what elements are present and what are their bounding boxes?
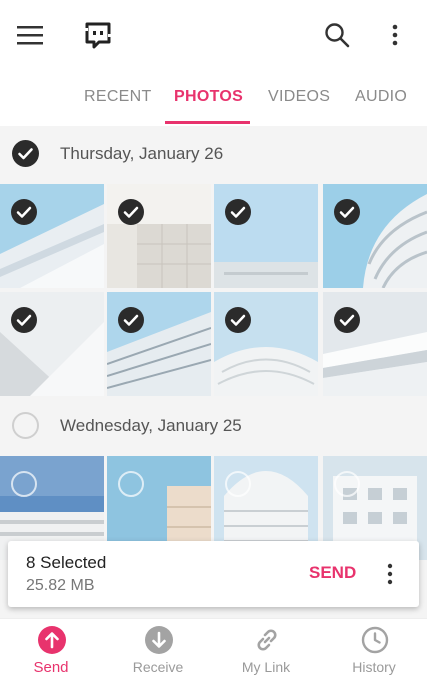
- photo-thumbnail[interactable]: [0, 184, 104, 288]
- photo-thumbnail[interactable]: [214, 292, 318, 396]
- date-group-label: Thursday, January 26: [60, 144, 224, 163]
- photo-select-checkbox[interactable]: [334, 471, 360, 497]
- nav-send-label: Send: [33, 659, 69, 676]
- photo-thumbnail[interactable]: [107, 184, 211, 288]
- date-group-header: Thursday, January 26: [0, 126, 427, 182]
- upload-arrow-icon: [37, 625, 67, 655]
- selected-count: 8 Selected: [26, 553, 107, 572]
- nav-receive[interactable]: Receive: [108, 619, 208, 680]
- link-icon: [252, 625, 282, 655]
- nav-history[interactable]: History: [324, 619, 424, 680]
- tab-photos[interactable]: PHOTOS: [174, 88, 243, 106]
- nav-receive-label: Receive: [132, 659, 184, 675]
- photo-select-checkbox[interactable]: [225, 199, 251, 225]
- group-select-checkbox[interactable]: [12, 140, 39, 167]
- photo-thumbnail[interactable]: [0, 292, 104, 396]
- tab-recent[interactable]: RECENT: [84, 88, 152, 106]
- photo-select-checkbox[interactable]: [11, 307, 37, 333]
- tab-videos[interactable]: VIDEOS: [268, 88, 330, 106]
- selection-summary-bar: 8 Selected 25.82 MB SEND: [8, 541, 419, 607]
- nav-send[interactable]: Send: [1, 619, 101, 680]
- photo-thumbnail[interactable]: [107, 292, 211, 396]
- hamburger-menu-icon[interactable]: [14, 20, 46, 50]
- photo-select-checkbox[interactable]: [334, 307, 360, 333]
- more-vertical-icon[interactable]: [380, 20, 410, 50]
- more-vertical-icon[interactable]: [378, 561, 402, 587]
- photo-select-checkbox[interactable]: [225, 471, 251, 497]
- date-group-header: Wednesday, January 25: [0, 398, 427, 454]
- photo-select-checkbox[interactable]: [118, 199, 144, 225]
- bottom-navigation: Send Receive My Link History: [0, 618, 427, 680]
- app-bar: [0, 0, 427, 70]
- download-arrow-icon: [144, 625, 174, 655]
- photo-thumbnail[interactable]: [323, 292, 427, 396]
- nav-history-label: History: [352, 659, 396, 675]
- photo-thumbnail[interactable]: [323, 184, 427, 288]
- photo-select-checkbox[interactable]: [334, 199, 360, 225]
- group-select-checkbox[interactable]: [12, 412, 39, 439]
- send-anywhere-logo-icon[interactable]: [80, 17, 116, 53]
- photo-select-checkbox[interactable]: [118, 307, 144, 333]
- nav-my-link-label: My Link: [241, 659, 291, 675]
- photo-select-checkbox[interactable]: [11, 471, 37, 497]
- tab-audio[interactable]: AUDIO: [355, 88, 407, 106]
- nav-my-link[interactable]: My Link: [216, 619, 316, 680]
- photo-select-checkbox[interactable]: [11, 199, 37, 225]
- active-tab-indicator: [165, 121, 250, 124]
- photo-select-checkbox[interactable]: [225, 307, 251, 333]
- send-button[interactable]: SEND: [309, 563, 356, 583]
- photo-thumbnail[interactable]: [214, 184, 318, 288]
- photo-select-checkbox[interactable]: [118, 471, 144, 497]
- media-tabs: RECENT PHOTOS VIDEOS AUDIO: [0, 70, 427, 126]
- clock-icon: [360, 625, 390, 655]
- selected-size: 25.82 MB: [26, 577, 95, 594]
- date-group-label: Wednesday, January 25: [60, 416, 242, 435]
- search-icon[interactable]: [320, 18, 354, 52]
